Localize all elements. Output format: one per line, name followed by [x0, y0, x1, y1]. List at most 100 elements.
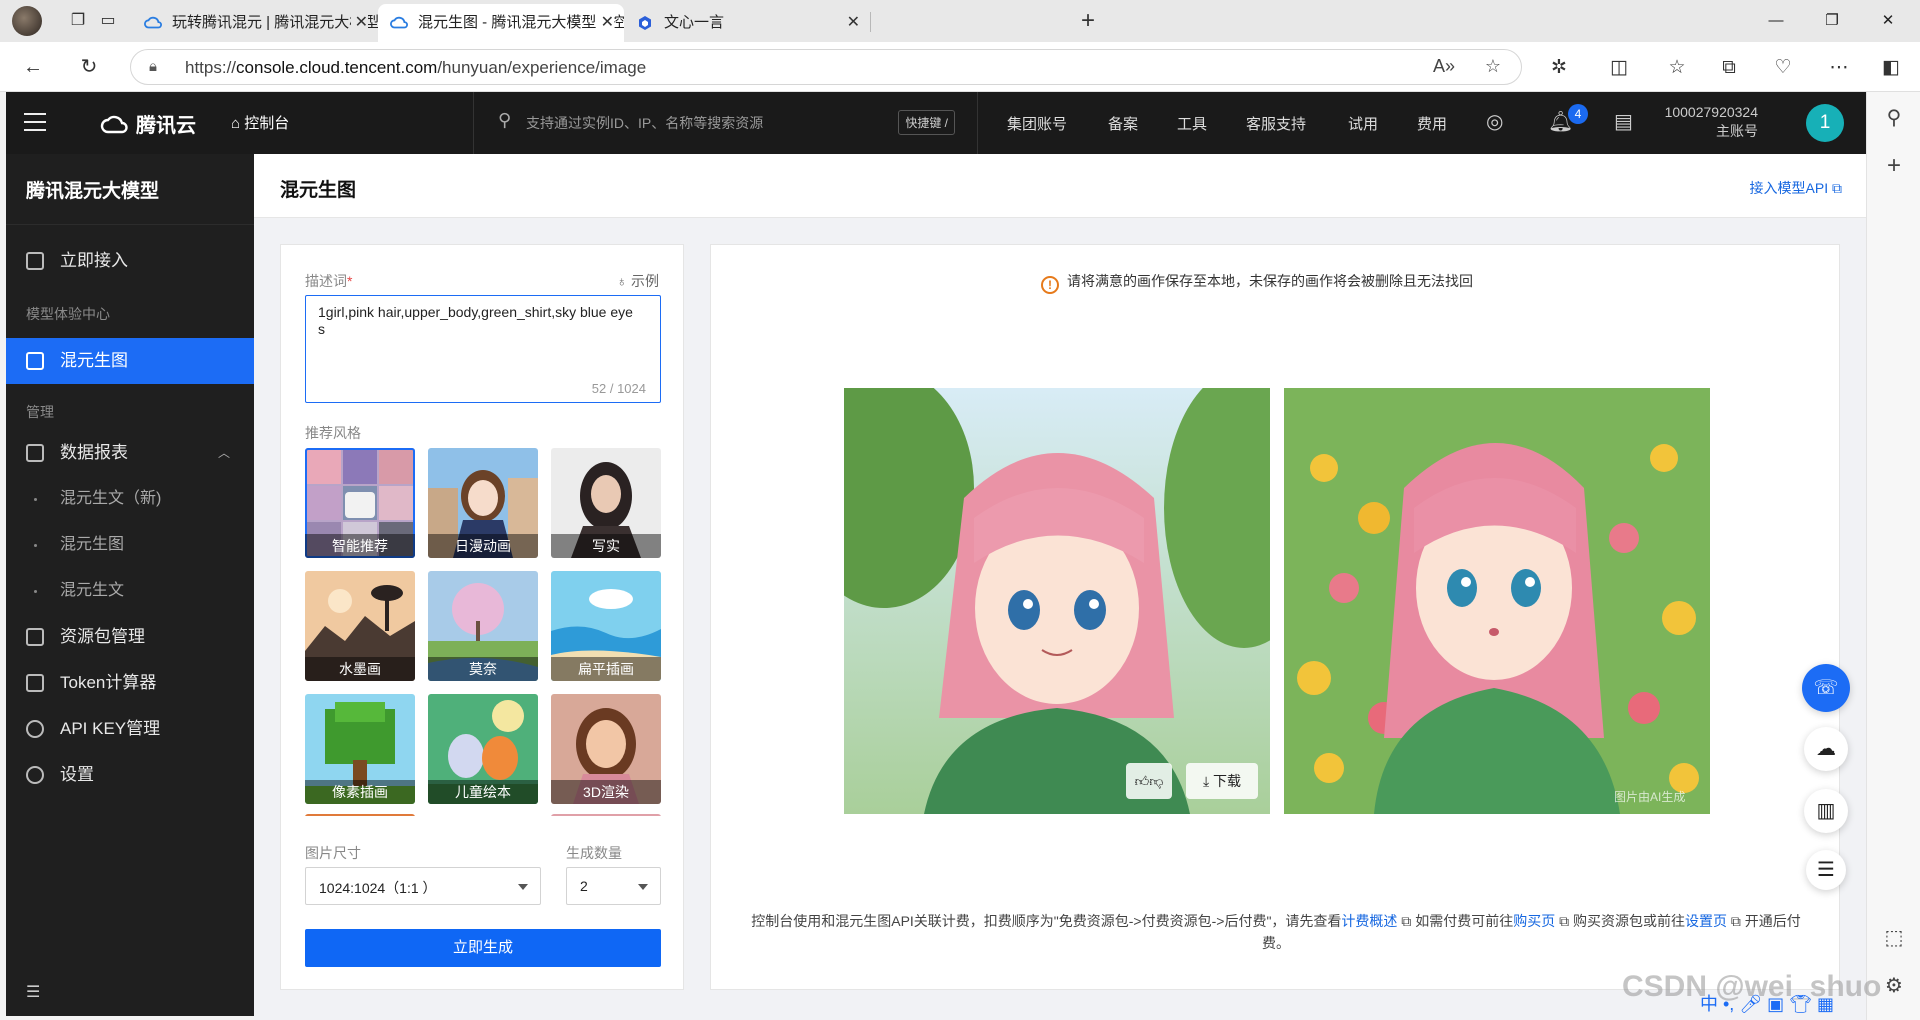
style-card-children[interactable]: 儿童绘本	[428, 694, 538, 804]
console-link[interactable]: ⌂ 控制台	[231, 112, 289, 133]
window-close-icon[interactable]: ✕	[1866, 6, 1910, 36]
menu-icon[interactable]	[24, 113, 46, 131]
nav-group-account[interactable]: 集团账号	[1007, 113, 1067, 134]
outline-list-icon[interactable]: ☰	[1806, 850, 1846, 890]
style-card-3d[interactable]: 3D渲染	[551, 694, 661, 804]
count-value: 2	[580, 878, 588, 894]
avatar[interactable]: 1	[1806, 104, 1844, 142]
style-card-smart[interactable]: 智能推荐	[305, 448, 415, 558]
restore-icon[interactable]: ❐	[1810, 6, 1854, 36]
ime-toolbar[interactable]: 中 •, 🎤︎ ▣ 👕︎ ▦	[1700, 990, 1834, 1018]
tab-divider	[870, 12, 871, 32]
example-button[interactable]: ♁ 示例	[617, 271, 659, 291]
back-icon[interactable]: ←	[20, 54, 46, 80]
tab-wenxin[interactable]: 文心一言 ✕	[624, 4, 870, 42]
lock-icon: 🔒︎	[149, 58, 157, 75]
style-card-anime[interactable]: 日漫动画	[428, 448, 538, 558]
favorite-star-icon[interactable]: ☆	[1485, 56, 1501, 77]
close-icon[interactable]: ✕	[350, 4, 368, 42]
tab-actions-icon[interactable]: ▭	[96, 9, 120, 33]
minimize-icon[interactable]: —	[1754, 6, 1798, 36]
refresh-icon[interactable]: ↻	[76, 54, 102, 80]
resource-search[interactable]: ⚲ 支持通过实例ID、IP、名称等搜索资源 快捷键 /	[473, 92, 978, 154]
cloud-tools-icon[interactable]: ☁	[1804, 727, 1848, 771]
sidebar-item-token-calc[interactable]: Token计算器	[6, 660, 254, 706]
style-card-ink[interactable]: 水墨画	[305, 571, 415, 681]
nav-tools[interactable]: 工具	[1177, 113, 1207, 134]
size-value: 1024:1024（1:1 ）	[319, 880, 437, 896]
favorites-icon[interactable]: ☆	[1664, 55, 1690, 81]
sidebar-subitem-image[interactable]: 混元生图	[6, 522, 254, 568]
style-caption: 像素插画	[305, 780, 415, 804]
settings-icon[interactable]: ⚙	[1882, 974, 1906, 998]
close-icon[interactable]: ✕	[842, 4, 860, 42]
nav-support[interactable]: 客服支持	[1246, 113, 1306, 134]
nav-record[interactable]: 备案	[1108, 113, 1138, 134]
style-card-more[interactable]	[551, 814, 661, 816]
customer-service-icon[interactable]: ☏	[1802, 664, 1850, 712]
key-icon	[26, 720, 44, 738]
purchase-page-link[interactable]: 购买页	[1513, 913, 1555, 929]
new-tab-icon[interactable]: +	[1076, 9, 1100, 33]
style-card-pixel[interactable]: 像素插画	[305, 694, 415, 804]
sidebar-item-resource-pkg[interactable]: 资源包管理	[6, 614, 254, 660]
screenshot-icon[interactable]: ⬚	[1882, 926, 1906, 950]
split-screen-icon[interactable]: ◫	[1606, 55, 1632, 81]
docs-book-icon[interactable]: ▥	[1804, 789, 1848, 833]
tab-hunyuan-intro[interactable]: 玩转腾讯混元 | 腾讯混元大模型AI ✕	[132, 4, 378, 42]
sidebar-item-settings[interactable]: 设置	[6, 752, 254, 798]
sidebar-toggle-icon[interactable]: ◧	[1878, 55, 1904, 81]
feedback-buttons[interactable]: 👍︎👎︎	[1126, 763, 1172, 799]
sidebar-subitem-text[interactable]: 混元生文	[6, 568, 254, 614]
collapse-sidebar-icon[interactable]: ☰	[26, 982, 40, 1002]
nav-billing[interactable]: 费用	[1417, 113, 1447, 134]
sidebar-subitem-text-new[interactable]: 混元生文（新)	[6, 476, 254, 522]
size-select[interactable]: 1024:1024（1:1 ）	[305, 867, 541, 905]
read-aloud-icon[interactable]: A»	[1433, 56, 1455, 77]
workspaces-icon[interactable]: ❐	[66, 9, 90, 33]
performance-icon[interactable]: ♡	[1770, 55, 1796, 81]
sidebar-item-quick-access[interactable]: 立即接入	[6, 238, 254, 284]
profile-avatar[interactable]	[12, 6, 42, 36]
style-caption: 3D渲染	[551, 780, 661, 804]
style-card-flat[interactable]: 扁平插画	[551, 571, 661, 681]
url-field[interactable]: 🔒︎ https://console.cloud.tencent.com/hun…	[130, 49, 1522, 85]
sidebar-item-api-key[interactable]: API KEY管理	[6, 706, 254, 752]
nav-trial[interactable]: 试用	[1348, 113, 1378, 134]
chevron-down-icon	[518, 884, 528, 890]
add-icon[interactable]: +	[1882, 154, 1906, 178]
brand-logo[interactable]: 腾讯云	[100, 109, 196, 138]
generated-image-1[interactable]: 👍︎👎︎ ⤓ 下载	[844, 388, 1270, 814]
sidebar-item-label: 混元生图	[60, 536, 125, 553]
more-menu-icon[interactable]: ⋯	[1826, 55, 1852, 81]
tab-title: 文心一言	[664, 14, 725, 31]
search-icon[interactable]: ⚲	[1882, 106, 1906, 130]
sidebar-item-data-report[interactable]: 数据报表 ︿	[6, 430, 254, 476]
generate-button[interactable]: 立即生成	[305, 929, 661, 967]
theme-icon[interactable]: ◎	[1486, 109, 1503, 134]
style-card-monet[interactable]: 莫奈	[428, 571, 538, 681]
close-icon[interactable]: ✕	[596, 4, 614, 42]
collections-icon[interactable]: ⧉	[1716, 55, 1742, 81]
count-select[interactable]: 2	[566, 867, 661, 905]
calculator-icon	[26, 674, 44, 692]
prompt-textarea[interactable]: 1girl,pink hair,upper_body,green_shirt,s…	[305, 295, 661, 403]
extensions-icon[interactable]: ✲	[1546, 55, 1572, 81]
thumbs-down-icon[interactable]: 👎︎	[1149, 773, 1163, 789]
tab-title: 混元生图 - 腾讯混元大模型 - 控制	[418, 14, 624, 31]
generated-image-2[interactable]: 图片由AI生成	[1284, 388, 1710, 814]
style-card-more[interactable]	[305, 814, 415, 816]
style-card-realistic[interactable]: 写实	[551, 448, 661, 558]
style-caption: 写实	[551, 534, 661, 558]
api-link[interactable]: 接入模型API ⧉	[1750, 178, 1842, 198]
size-label: 图片尺寸	[305, 845, 361, 861]
thumbs-up-icon[interactable]: 👍︎	[1135, 773, 1150, 789]
cart-icon[interactable]: ▤	[1614, 109, 1633, 134]
account-info[interactable]: 100027920324 主账号	[1665, 103, 1758, 141]
billing-overview-link[interactable]: 计费概述	[1341, 913, 1397, 929]
sidebar-item-image-gen[interactable]: 混元生图	[6, 338, 254, 384]
download-button[interactable]: ⤓ 下载	[1186, 763, 1258, 799]
tab-hunyuan-image[interactable]: 混元生图 - 腾讯混元大模型 - 控制 ✕	[378, 4, 624, 42]
settings-page-link[interactable]: 设置页	[1685, 913, 1727, 929]
generation-form: 描述词* ♁ 示例 1girl,pink hair,upper_body,gre…	[280, 244, 684, 990]
